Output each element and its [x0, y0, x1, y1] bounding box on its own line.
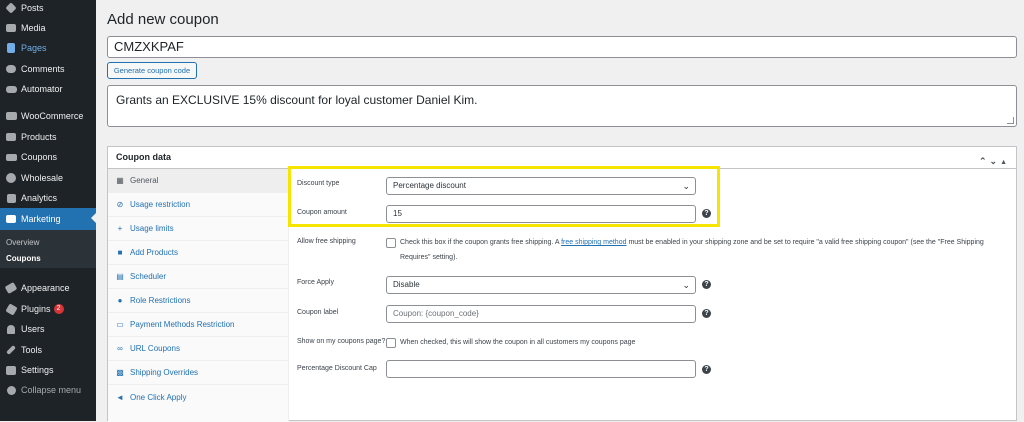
free-shipping-description: Check this box if the coupon grants free…: [400, 239, 984, 261]
media-icon: [5, 22, 17, 34]
comments-icon: [5, 63, 17, 75]
menu-comments[interactable]: Comments: [0, 59, 96, 79]
marketing-submenu: Overview Coupons: [0, 230, 96, 268]
free-shipping-method-link[interactable]: free shipping method: [561, 239, 626, 246]
restriction-icon: ⊘: [116, 200, 124, 209]
users-icon: [5, 323, 17, 335]
coupon-code-input[interactable]: CMZXKPAF: [107, 36, 1017, 58]
resize-handle-icon[interactable]: [1007, 117, 1014, 124]
menu-pages[interactable]: Pages: [0, 38, 96, 58]
coupons-icon: [5, 151, 17, 163]
menu-wholesale[interactable]: Wholesale: [0, 168, 96, 188]
tab-one-click-apply[interactable]: ◄ One Click Apply: [108, 385, 289, 409]
coupon-label-label: Coupon label: [297, 309, 339, 316]
wholesale-icon: [5, 172, 17, 184]
panel-controls: ⌃⌄▲: [979, 151, 1010, 173]
shipping-icon: ▩: [116, 368, 124, 377]
percentage-discount-cap-input[interactable]: [386, 360, 696, 378]
coupon-description-textarea[interactable]: Grants an EXCLUSIVE 15% discount for loy…: [107, 85, 1017, 127]
scheduler-icon: ▤: [116, 272, 124, 281]
tab-usage-restriction[interactable]: ⊘ Usage restriction: [108, 193, 289, 217]
chevron-down-icon: ⌄: [682, 280, 690, 290]
tab-usage-limits[interactable]: + Usage limits: [108, 217, 289, 241]
settings-icon: [5, 364, 17, 376]
force-apply-label: Force Apply: [297, 279, 334, 286]
tab-payment-methods-restriction[interactable]: ▭ Payment Methods Restriction: [108, 313, 289, 337]
automator-icon: [5, 83, 17, 95]
tab-role-restrictions[interactable]: ● Role Restrictions: [108, 289, 289, 313]
collapse-icon: [5, 384, 17, 396]
plugins-update-badge: 2: [53, 304, 64, 314]
menu-automator[interactable]: Automator: [0, 79, 96, 99]
menu-posts[interactable]: Posts: [0, 0, 96, 18]
payment-icon: ▭: [116, 320, 124, 329]
force-apply-select[interactable]: Disable ⌄: [386, 276, 696, 294]
toggle-panel-icon[interactable]: ▲: [1000, 159, 1010, 166]
generate-coupon-code-button[interactable]: Generate coupon code: [107, 62, 197, 79]
products-icon: [5, 131, 17, 143]
appearance-icon: [4, 282, 18, 294]
submenu-coupons[interactable]: Coupons: [6, 254, 41, 263]
free-shipping-checkbox[interactable]: [386, 238, 396, 248]
tab-url-coupons[interactable]: ∞ URL Coupons: [108, 337, 289, 361]
help-tip-icon[interactable]: ?: [702, 280, 711, 289]
menu-settings[interactable]: Settings: [0, 360, 96, 380]
pin-icon: [5, 2, 17, 14]
menu-appearance[interactable]: Appearance: [0, 278, 96, 298]
coupon-label-input[interactable]: Coupon: {coupon_code}: [386, 305, 696, 323]
show-on-coupons-page-description: When checked, this will show the coupon …: [400, 339, 636, 346]
description-text: Grants an EXCLUSIVE 15% discount for loy…: [116, 93, 478, 107]
percentage-discount-cap-label: Percentage Discount Cap: [297, 365, 377, 372]
tools-icon: [5, 344, 17, 356]
menu-marketing[interactable]: Marketing: [0, 208, 96, 230]
show-on-coupons-page-label: Show on my coupons page?: [297, 338, 386, 345]
general-icon: ▦: [116, 176, 124, 185]
tab-general[interactable]: ▦ General: [108, 169, 289, 193]
role-icon: ●: [117, 296, 123, 305]
help-tip-icon[interactable]: ?: [702, 365, 711, 374]
one-click-icon: ◄: [116, 392, 124, 402]
menu-analytics[interactable]: Analytics: [0, 188, 96, 208]
menu-media[interactable]: Media: [0, 18, 96, 38]
tab-add-products[interactable]: ■ Add Products: [108, 241, 289, 265]
pages-icon: [5, 42, 17, 54]
coupon-data-tabs: ▦ General ⊘ Usage restriction + Usage limit…: [108, 169, 289, 422]
page-title: Add new coupon: [107, 11, 219, 28]
menu-woocommerce[interactable]: WooCommerce: [0, 106, 96, 126]
menu-tools[interactable]: Tools: [0, 340, 96, 360]
url-icon: ∞: [117, 344, 123, 353]
menu-products[interactable]: Products: [0, 127, 96, 147]
marketing-icon: [5, 213, 17, 225]
highlight-box: [288, 166, 720, 227]
admin-sidebar: Posts Media Pages Comments Automator Woo…: [0, 0, 96, 421]
show-on-coupons-page-checkbox[interactable]: [386, 338, 396, 348]
limits-icon: +: [117, 224, 123, 233]
plugins-icon: [4, 302, 18, 316]
free-shipping-label: Allow free shipping: [297, 238, 356, 245]
submenu-overview[interactable]: Overview: [6, 238, 39, 247]
woo-icon: [5, 110, 17, 122]
help-tip-icon[interactable]: ?: [702, 309, 711, 318]
tab-scheduler[interactable]: ▤ Scheduler: [108, 265, 289, 289]
analytics-icon: [5, 192, 17, 204]
move-down-icon[interactable]: ⌄: [990, 156, 1001, 166]
tab-shipping-overrides[interactable]: ▩ Shipping Overrides: [108, 361, 289, 385]
menu-users[interactable]: Users: [0, 319, 96, 339]
add-products-icon: ■: [117, 248, 123, 257]
menu-collapse[interactable]: Collapse menu: [0, 380, 96, 400]
move-up-icon[interactable]: ⌃: [979, 156, 990, 166]
menu-coupons[interactable]: Coupons: [0, 147, 96, 167]
menu-plugins[interactable]: Plugins 2: [0, 299, 96, 319]
